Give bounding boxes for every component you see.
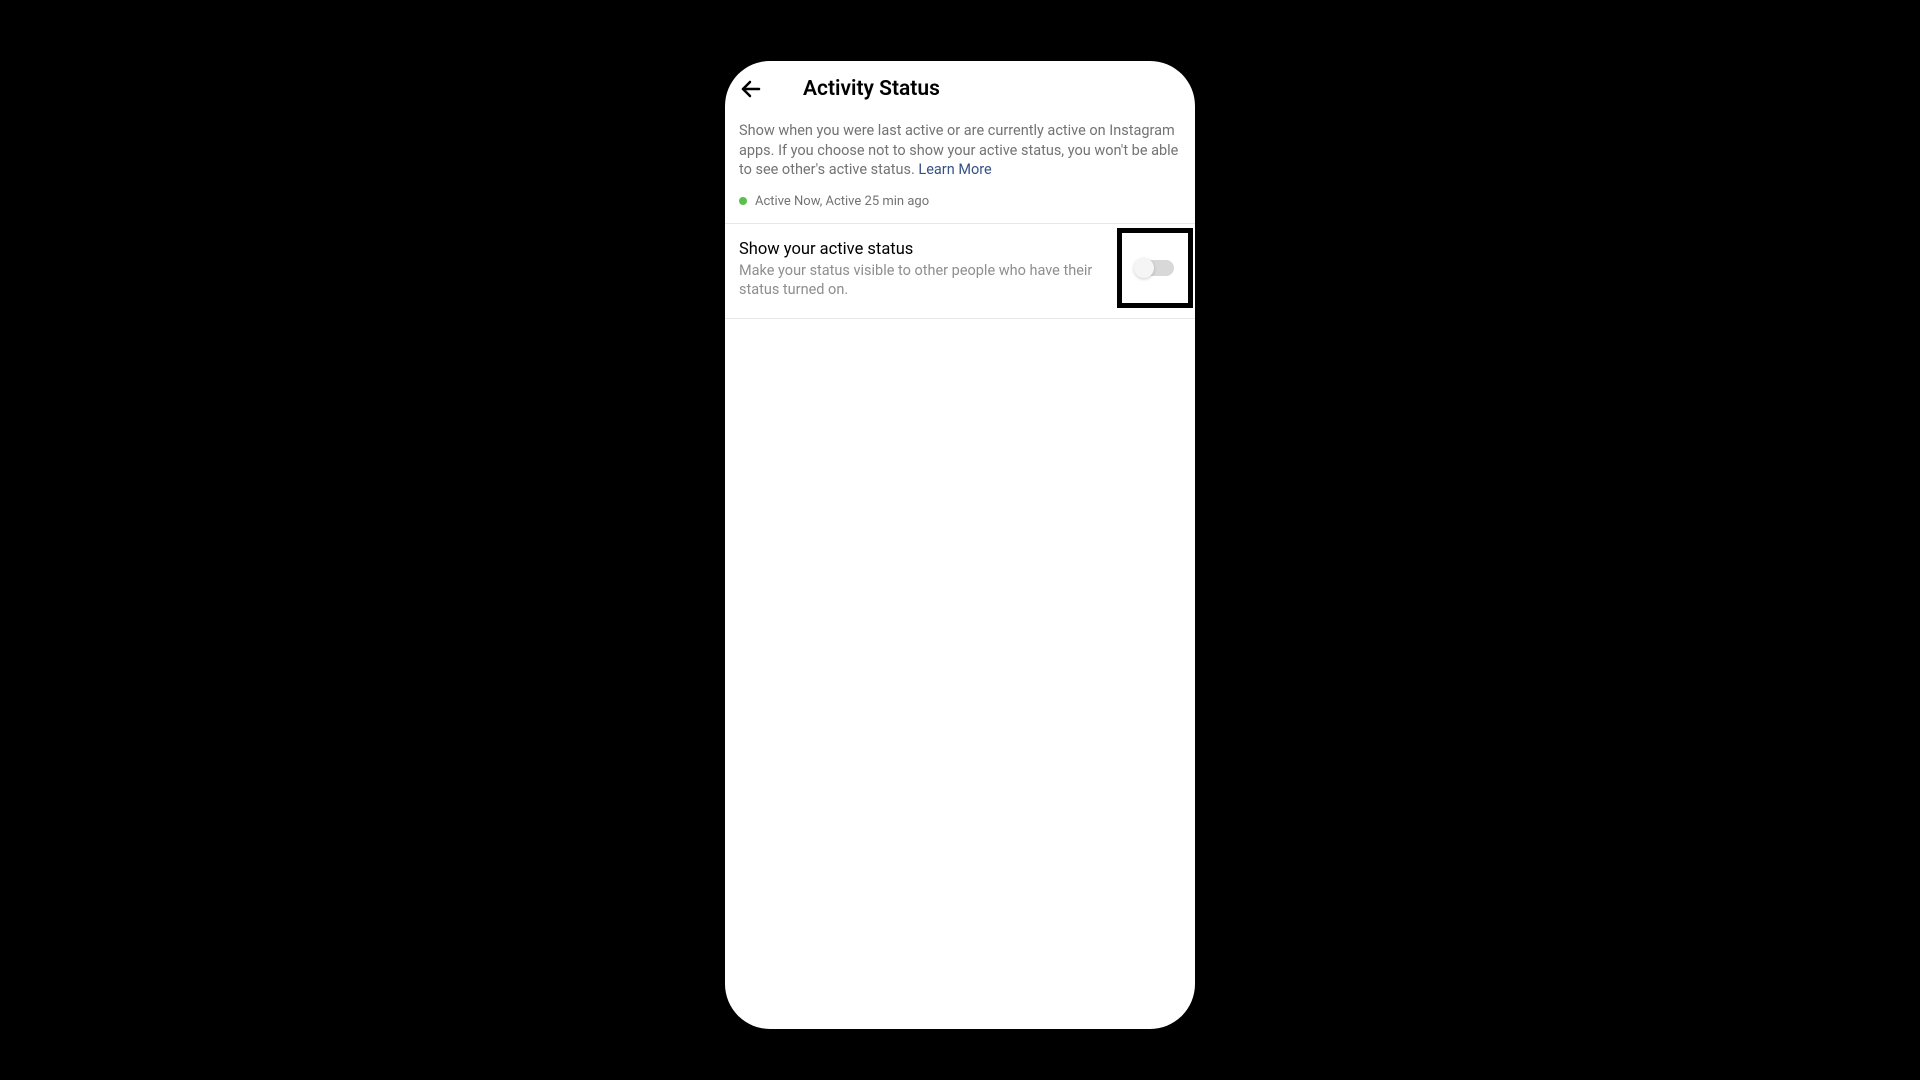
header: Activity Status xyxy=(725,61,1195,113)
learn-more-link[interactable]: Learn More xyxy=(918,161,991,178)
description-paragraph: Show when you were last active or are cu… xyxy=(739,121,1181,180)
setting-description: Make your status visible to other people… xyxy=(739,261,1101,300)
active-dot-icon xyxy=(739,197,747,205)
setting-row-active-status: Show your active status Make your status… xyxy=(725,224,1195,318)
setting-content: Show your active status Make your status… xyxy=(739,240,1181,300)
side-tab-decoration xyxy=(725,921,728,1001)
page-title: Activity Status xyxy=(803,77,940,101)
divider xyxy=(725,318,1195,319)
setting-title: Show your active status xyxy=(739,240,1101,259)
status-text: Active Now, Active 25 min ago xyxy=(755,194,929,209)
back-arrow-icon[interactable] xyxy=(739,77,763,101)
toggle-highlight-annotation xyxy=(1117,228,1193,308)
description-section: Show when you were last active or are cu… xyxy=(725,113,1195,223)
toggle-knob-icon xyxy=(1134,258,1154,278)
active-status-toggle[interactable] xyxy=(1136,260,1174,276)
phone-screen: Activity Status Show when you were last … xyxy=(725,61,1195,1029)
side-bubble-decoration xyxy=(1177,851,1195,887)
status-indicator: Active Now, Active 25 min ago xyxy=(739,194,1181,209)
